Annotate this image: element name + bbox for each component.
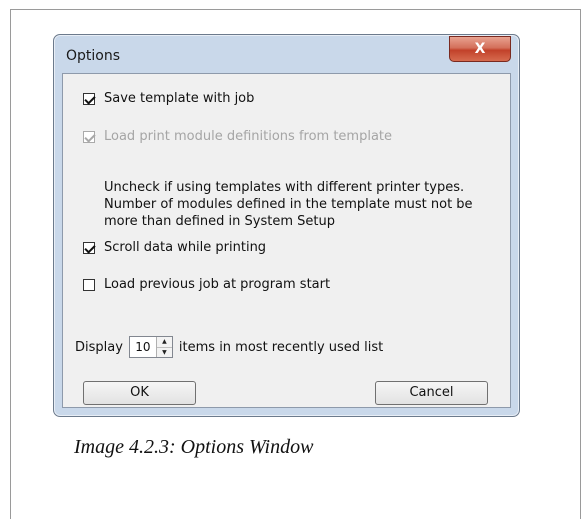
- close-button[interactable]: X: [449, 36, 511, 62]
- spin-down-icon[interactable]: ▼: [156, 347, 172, 357]
- load-print-module-option: Load print module definitions from templ…: [83, 129, 392, 144]
- scroll-data-checkbox[interactable]: [83, 241, 95, 254]
- scroll-data-option[interactable]: Scroll data while printing: [83, 240, 266, 255]
- mru-setting: Display 10 ▲ ▼ items in most recently us…: [75, 336, 383, 358]
- load-previous-job-option[interactable]: Load previous job at program start: [83, 277, 330, 292]
- title-bar[interactable]: Options X: [54, 35, 519, 73]
- stepper-buttons: ▲ ▼: [155, 337, 172, 357]
- load-print-module-checkbox: [83, 130, 95, 143]
- spin-up-icon[interactable]: ▲: [156, 337, 172, 348]
- ok-button[interactable]: OK: [83, 381, 196, 405]
- mru-count-value[interactable]: 10: [130, 337, 156, 357]
- figure-caption: Image 4.2.3: Options Window: [74, 436, 314, 458]
- save-template-checkbox[interactable]: [83, 92, 95, 105]
- mru-prefix-label: Display: [75, 339, 123, 355]
- scroll-data-label: Scroll data while printing: [104, 240, 267, 255]
- save-template-label: Save template with job: [104, 91, 255, 106]
- cancel-button[interactable]: Cancel: [375, 381, 488, 405]
- mru-suffix-label: items in most recently used list: [178, 339, 384, 355]
- save-template-option[interactable]: Save template with job: [83, 91, 254, 106]
- mru-count-stepper[interactable]: 10 ▲ ▼: [128, 336, 173, 358]
- dialog-title: Options: [66, 48, 121, 64]
- dialog-body: Save template with job Load print module…: [62, 73, 511, 408]
- load-previous-job-label: Load previous job at program start: [104, 277, 331, 292]
- load-previous-job-checkbox[interactable]: [83, 278, 95, 291]
- options-dialog: Options X Save template with job Load pr…: [53, 34, 520, 417]
- module-note: Uncheck if using templates with differen…: [104, 180, 473, 229]
- load-print-module-label: Load print module definitions from templ…: [104, 129, 393, 144]
